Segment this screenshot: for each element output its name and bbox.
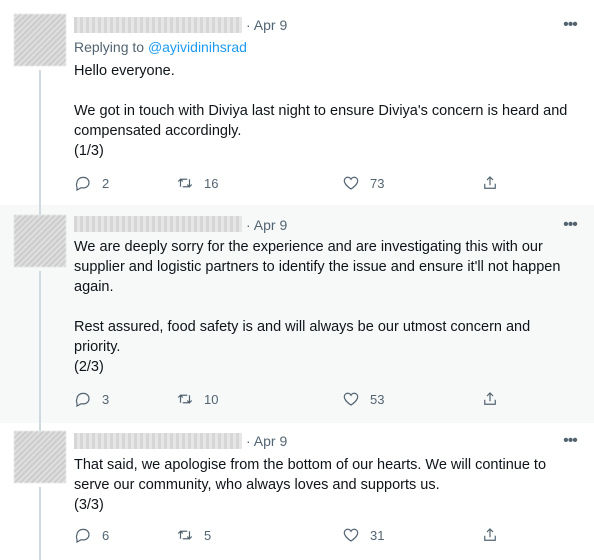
reply-icon xyxy=(75,528,90,544)
replying-to-label: Replying to xyxy=(74,39,148,55)
more-icon[interactable]: ••• xyxy=(560,433,580,452)
reply-count: 3 xyxy=(102,391,110,407)
retweet-count: 5 xyxy=(204,527,212,543)
like-button[interactable]: 73 xyxy=(342,173,384,193)
share-button[interactable] xyxy=(481,173,499,193)
reply-count: 2 xyxy=(102,175,110,191)
retweet-button[interactable]: 10 xyxy=(176,389,218,409)
replying-to-handle[interactable]: @ayividinihsrad xyxy=(148,39,247,55)
tweet-date[interactable]: · Apr 9 xyxy=(246,16,287,34)
author-name-redacted[interactable] xyxy=(74,433,242,449)
avatar[interactable] xyxy=(14,431,66,483)
thread-line xyxy=(39,487,41,560)
reply-icon xyxy=(75,392,90,408)
share-icon xyxy=(484,176,496,189)
heart-icon xyxy=(343,176,359,190)
like-button[interactable]: 53 xyxy=(342,389,384,409)
reply-icon xyxy=(75,176,90,192)
tweet-text: Hello everyone. We got in touch with Div… xyxy=(74,63,568,159)
like-count: 73 xyxy=(370,175,385,191)
reply-button[interactable]: 2 xyxy=(74,173,109,193)
tweet-date[interactable]: · Apr 9 xyxy=(246,432,287,450)
retweet-icon xyxy=(177,394,193,404)
reply-count: 6 xyxy=(102,527,110,543)
retweet-button[interactable]: 16 xyxy=(176,173,218,193)
like-button[interactable]: 31 xyxy=(342,525,384,545)
reply-button[interactable]: 3 xyxy=(74,389,109,409)
tweet-2[interactable]: · Apr 9 ••• We are deeply sorry for the … xyxy=(0,205,594,423)
tweet-actions: 3 10 53 xyxy=(74,389,514,409)
tweet-text: That said, we apologise from the bottom … xyxy=(74,457,547,513)
retweet-button[interactable]: 5 xyxy=(176,525,211,545)
share-button[interactable] xyxy=(481,525,499,545)
tweet-actions: 2 16 73 xyxy=(74,173,514,193)
like-count: 53 xyxy=(370,391,385,407)
share-icon xyxy=(484,528,496,541)
tweet-3[interactable]: · Apr 9 ••• That said, we apologise from… xyxy=(0,423,594,560)
more-icon[interactable]: ••• xyxy=(560,217,580,236)
share-icon xyxy=(484,392,496,405)
share-button[interactable] xyxy=(481,389,499,409)
heart-icon xyxy=(343,392,359,406)
more-icon[interactable]: ••• xyxy=(560,17,580,36)
retweet-icon xyxy=(177,178,193,188)
tweet-text: We are deeply sorry for the experience a… xyxy=(74,239,561,375)
thread-line xyxy=(39,271,41,423)
replying-to: Replying to @ayividinihsrad xyxy=(74,38,247,56)
heart-icon xyxy=(343,528,359,542)
like-count: 31 xyxy=(370,527,385,543)
thread-line xyxy=(39,205,41,215)
tweet-actions: 6 5 31 xyxy=(74,525,514,545)
tweet-date[interactable]: · Apr 9 xyxy=(246,216,287,234)
retweet-icon xyxy=(177,530,193,540)
author-name-redacted[interactable] xyxy=(74,17,242,33)
tweet-1[interactable]: · Apr 9 ••• Replying to @ayividinihsrad … xyxy=(0,0,594,205)
avatar[interactable] xyxy=(14,14,66,66)
reply-button[interactable]: 6 xyxy=(74,525,109,545)
thread-line xyxy=(39,70,41,205)
retweet-count: 16 xyxy=(204,175,219,191)
retweet-count: 10 xyxy=(204,391,219,407)
avatar[interactable] xyxy=(14,215,66,267)
thread-line xyxy=(39,423,41,431)
author-name-redacted[interactable] xyxy=(74,216,242,232)
